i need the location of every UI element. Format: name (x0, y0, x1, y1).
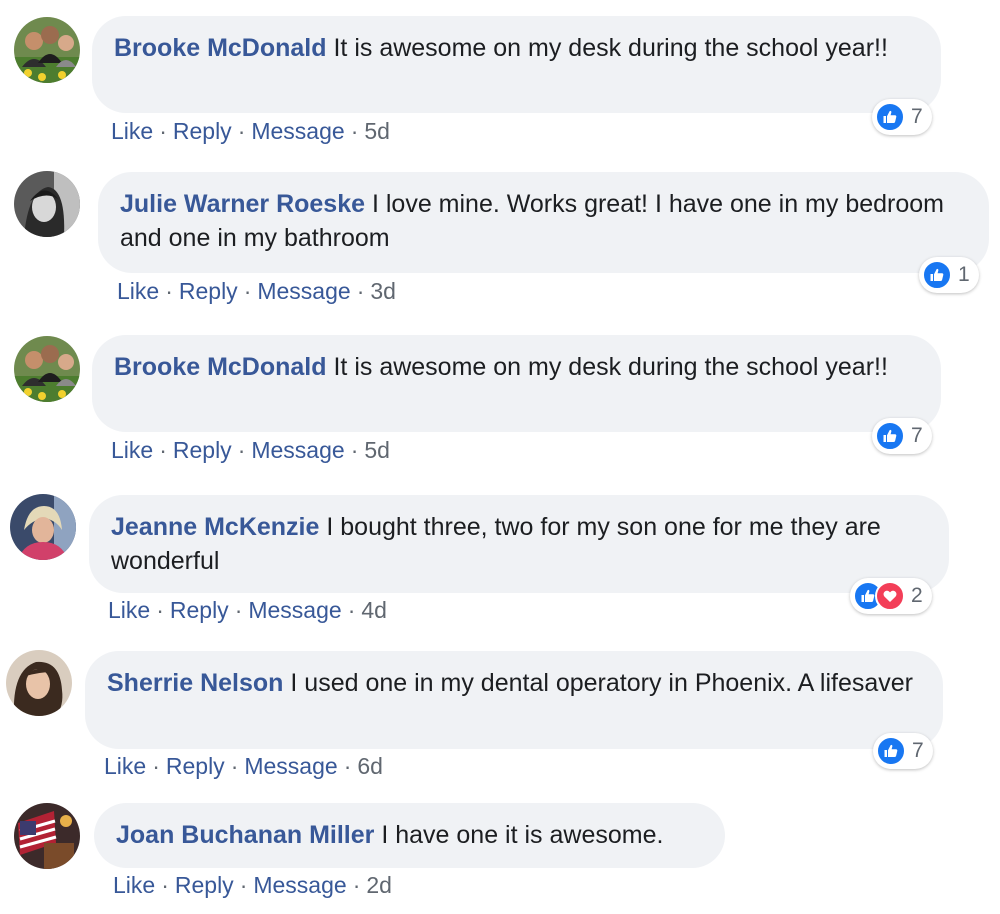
reaction-summary[interactable]: 7 (872, 99, 932, 135)
separator-dot: · (159, 118, 167, 144)
like-link[interactable]: Like (117, 278, 159, 304)
reaction-count: 7 (911, 424, 923, 447)
heart-icon (875, 581, 905, 611)
comment-author[interactable]: Jeanne McKenzie (111, 513, 319, 541)
comment-author[interactable]: Joan Buchanan Miller (116, 821, 374, 849)
message-link[interactable]: Message (251, 118, 344, 144)
reply-link[interactable]: Reply (166, 753, 225, 779)
reaction-count: 7 (912, 739, 924, 762)
thumbs-up-icon (875, 102, 905, 132)
thumbs-up-icon (922, 260, 952, 290)
comment-text: It is awesome on my desk during the scho… (333, 353, 888, 381)
comment-timestamp[interactable]: 5d (364, 118, 390, 144)
separator-dot: · (237, 437, 246, 463)
comment-timestamp[interactable]: 6d (357, 753, 383, 779)
reaction-summary[interactable]: 7 (872, 418, 932, 454)
reaction-count: 2 (911, 584, 923, 607)
separator-dot: · (243, 278, 252, 304)
message-link[interactable]: Message (244, 753, 337, 779)
message-link[interactable]: Message (257, 278, 350, 304)
separator-dot: · (356, 278, 365, 304)
comment-text: I used one in my dental operatory in Pho… (290, 669, 914, 697)
separator-dot: · (156, 597, 164, 623)
reply-link[interactable]: Reply (179, 278, 238, 304)
avatar[interactable] (6, 650, 72, 716)
like-link[interactable]: Like (113, 872, 155, 898)
comment-author[interactable]: Brooke McDonald (114, 34, 327, 62)
comment-actions: Like · Reply · Message · 5d (111, 118, 390, 145)
like-link[interactable]: Like (111, 437, 153, 463)
comment-actions: Like · Reply · Message · 4d (108, 597, 387, 624)
reaction-summary[interactable]: 2 (850, 578, 932, 614)
avatar[interactable] (14, 336, 80, 402)
comment-text: I have one it is awesome. (381, 821, 664, 849)
comment-timestamp[interactable]: 5d (364, 437, 390, 463)
comment-timestamp[interactable]: 2d (366, 872, 392, 898)
comment-bubble: Joan Buchanan Miller I have one it is aw… (94, 803, 725, 868)
comment-author[interactable]: Brooke McDonald (114, 353, 327, 381)
separator-dot: · (237, 118, 246, 144)
reaction-summary[interactable]: 7 (873, 733, 933, 769)
separator-dot: · (350, 437, 359, 463)
comment-actions: Like · Reply · Message · 6d (104, 753, 383, 780)
separator-dot: · (159, 437, 167, 463)
like-link[interactable]: Like (111, 118, 153, 144)
reply-link[interactable]: Reply (175, 872, 234, 898)
separator-dot: · (161, 872, 169, 898)
separator-dot: · (152, 753, 160, 779)
avatar[interactable] (14, 17, 80, 83)
separator-dot: · (352, 872, 361, 898)
comment-bubble: Brooke McDonald It is awesome on my desk… (92, 335, 941, 432)
separator-dot: · (343, 753, 352, 779)
separator-dot: · (347, 597, 356, 623)
comment-bubble: Brooke McDonald It is awesome on my desk… (92, 16, 941, 113)
like-link[interactable]: Like (108, 597, 150, 623)
message-link[interactable]: Message (248, 597, 341, 623)
message-link[interactable]: Message (251, 437, 344, 463)
reaction-count: 1 (958, 263, 970, 286)
reply-link[interactable]: Reply (173, 437, 232, 463)
comment-bubble: Julie Warner Roeske I love mine. Works g… (98, 172, 989, 273)
comment-bubble: Jeanne McKenzie I bought three, two for … (89, 495, 949, 593)
separator-dot: · (350, 118, 359, 144)
message-link[interactable]: Message (253, 872, 346, 898)
comment-actions: Like · Reply · Message · 3d (117, 278, 396, 305)
separator-dot: · (165, 278, 173, 304)
comment-bubble: Sherrie Nelson I used one in my dental o… (85, 651, 943, 749)
separator-dot: · (234, 597, 243, 623)
avatar[interactable] (14, 171, 80, 237)
comment-timestamp[interactable]: 3d (370, 278, 396, 304)
avatar[interactable] (10, 494, 76, 560)
comment-author[interactable]: Julie Warner Roeske (120, 190, 365, 218)
separator-dot: · (239, 872, 248, 898)
reaction-count: 7 (911, 105, 923, 128)
comment-actions: Like · Reply · Message · 2d (113, 872, 392, 899)
reaction-summary[interactable]: 1 (919, 257, 979, 293)
avatar[interactable] (14, 803, 80, 869)
reply-link[interactable]: Reply (170, 597, 229, 623)
comment-text: It is awesome on my desk during the scho… (333, 34, 888, 62)
like-link[interactable]: Like (104, 753, 146, 779)
thumbs-up-icon (876, 736, 906, 766)
comment-timestamp[interactable]: 4d (361, 597, 387, 623)
reply-link[interactable]: Reply (173, 118, 232, 144)
thumbs-up-icon (875, 421, 905, 451)
comment-author[interactable]: Sherrie Nelson (107, 669, 283, 697)
separator-dot: · (230, 753, 239, 779)
comment-actions: Like · Reply · Message · 5d (111, 437, 390, 464)
